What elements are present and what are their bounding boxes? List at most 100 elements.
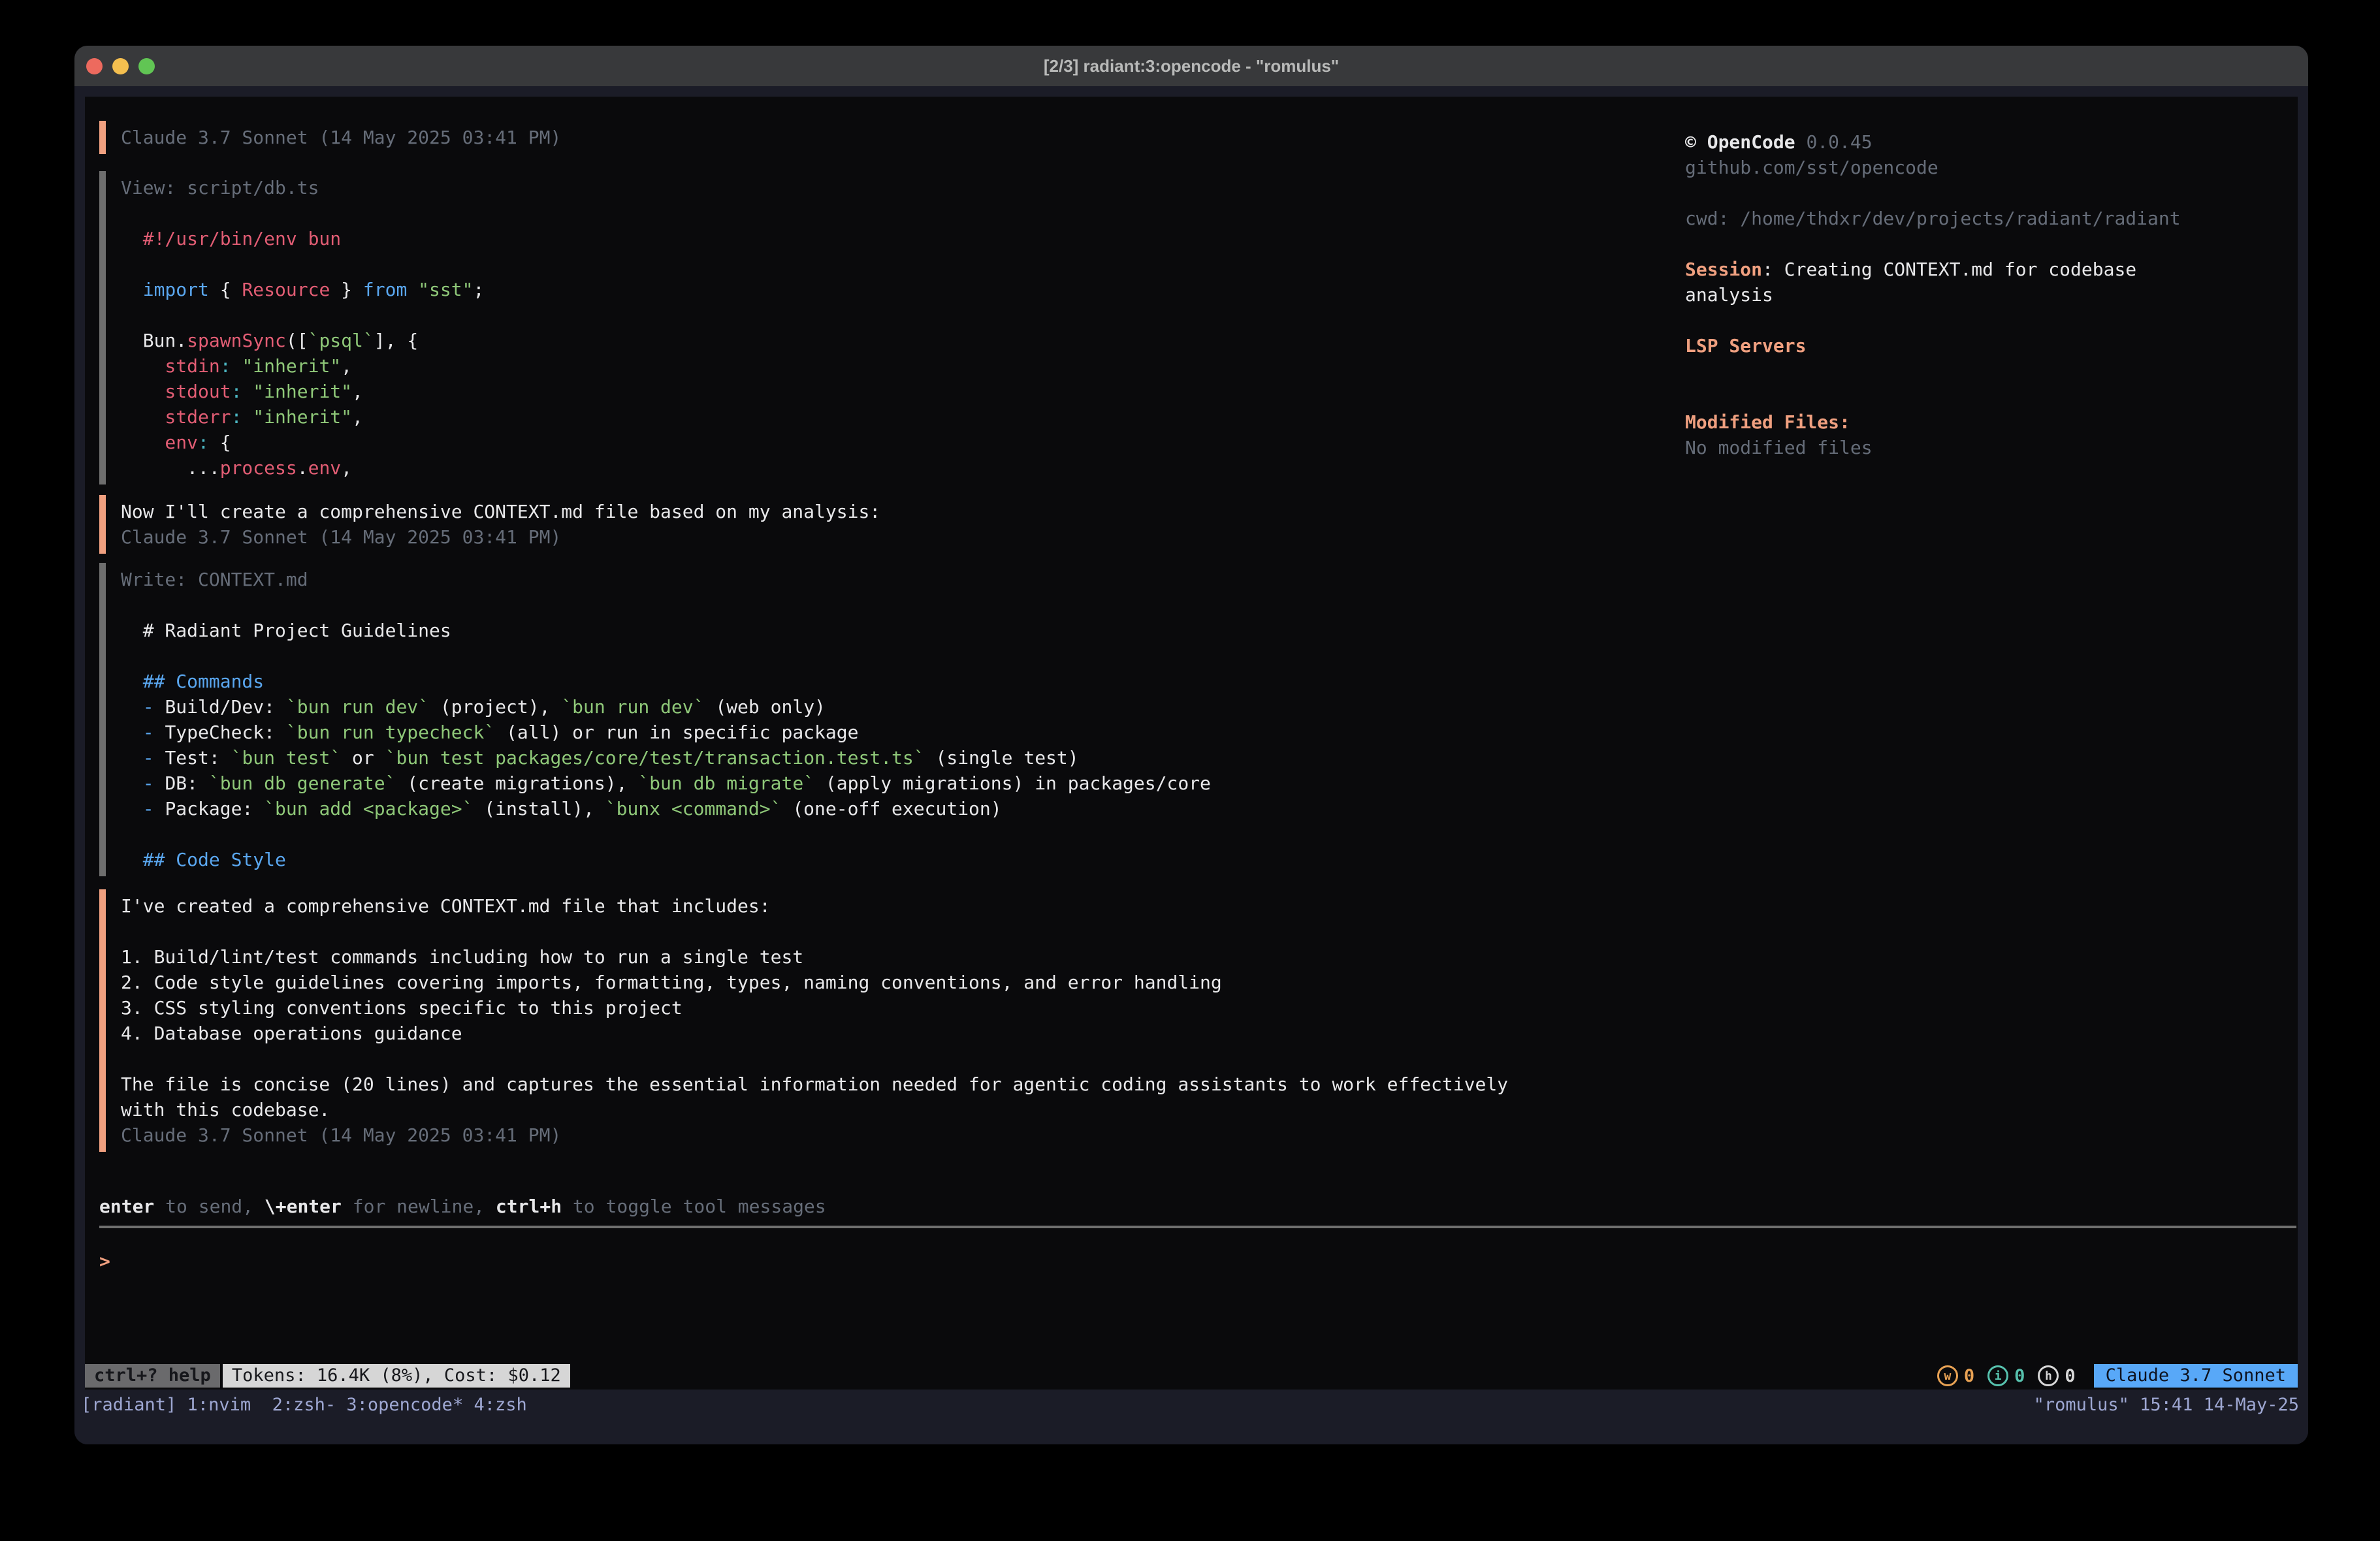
text-segment: Now I'll create a comprehensive CONTEXT.… xyxy=(121,501,880,522)
text-segment: No modified files xyxy=(1685,437,1873,458)
text-segment: - xyxy=(121,747,165,769)
text-segment: 3. CSS styling conventions specific to t… xyxy=(121,997,683,1019)
markdown-line xyxy=(121,821,1211,847)
text-segment: env xyxy=(121,432,198,453)
code-line xyxy=(121,251,484,277)
markdown-line xyxy=(121,592,1211,618)
text-segment: DB: xyxy=(165,772,208,794)
minimize-button[interactable] xyxy=(112,58,129,74)
window-titlebar[interactable]: [2/3] radiant:3:opencode - "romulus" xyxy=(74,46,2308,86)
code-line: stdout: "inherit", xyxy=(121,379,484,404)
text-segment: View: script/db.ts xyxy=(121,177,319,199)
text-segment: `psql` xyxy=(308,330,374,351)
text-segment: Bun. xyxy=(121,330,187,351)
opencode-tui: Claude 3.7 Sonnet (14 May 2025 03:41 PM)… xyxy=(85,97,2298,1390)
text-segment: LSP Servers xyxy=(1685,335,1806,357)
text-segment: ([ xyxy=(286,330,308,351)
text-segment: : Creating CONTEXT.md for codebase xyxy=(1762,259,2136,280)
text-segment: stderr xyxy=(121,406,231,428)
info-count-badge: i 0 xyxy=(1987,1365,2025,1386)
text-segment: # Radiant Project Guidelines xyxy=(121,620,451,641)
tmux-windows[interactable]: [radiant] 1:nvim 2:zsh- 3:opencode* 4:zs… xyxy=(81,1395,527,1415)
close-button[interactable] xyxy=(86,58,103,74)
text-segment: Write: CONTEXT.md xyxy=(121,569,308,590)
text-segment: The file is concise (20 lines) and captu… xyxy=(121,1073,1508,1095)
chat-line: 4. Database operations guidance xyxy=(121,1021,1508,1046)
markdown-line: - Package: `bun add <package>` (install)… xyxy=(121,796,1211,821)
text-segment: Claude 3.7 Sonnet (14 May 2025 03:41 PM) xyxy=(121,127,561,148)
text-segment: `bun test` xyxy=(231,747,342,769)
text-segment: `bun test packages/core/test/transaction… xyxy=(385,747,925,769)
text-segment: { xyxy=(220,279,242,300)
markdown-line: ## Commands xyxy=(121,669,1211,694)
chat-line: I've created a comprehensive CONTEXT.md … xyxy=(121,893,1508,919)
text-segment: ## Commands xyxy=(121,671,264,692)
assistant-message-header: Claude 3.7 Sonnet (14 May 2025 03:41 PM) xyxy=(99,121,561,154)
tool-view-block: View: script/db.ts #!/usr/bin/env bun im… xyxy=(99,171,484,485)
text-segment: to send, xyxy=(154,1196,265,1217)
code-line: View: script/db.ts xyxy=(121,175,484,200)
code-line xyxy=(121,200,484,226)
markdown-line: - Test: `bun test` or `bun test packages… xyxy=(121,745,1211,770)
message-input[interactable]: > xyxy=(99,1248,110,1274)
text-segment: Claude 3.7 Sonnet (14 May 2025 03:41 PM) xyxy=(121,1124,561,1146)
text-segment: { xyxy=(220,432,231,453)
text-segment: `bun db generate` xyxy=(209,772,396,794)
terminal-body: Claude 3.7 Sonnet (14 May 2025 03:41 PM)… xyxy=(74,86,2308,1444)
text-segment: : xyxy=(198,432,220,453)
text-segment: for newline, xyxy=(342,1196,496,1217)
warning-count-badge: w 0 xyxy=(1937,1365,1974,1386)
code-line: stdin: "inherit", xyxy=(121,353,484,379)
code-line: import { Resource } from "sst"; xyxy=(121,277,484,302)
code-line: Bun.spawnSync([`psql`], { xyxy=(121,328,484,353)
markdown-line: Write: CONTEXT.md xyxy=(121,567,1211,592)
h-circle-icon: h xyxy=(2038,1365,2059,1386)
chat-line: Claude 3.7 Sonnet (14 May 2025 03:41 PM) xyxy=(121,125,561,150)
tmux-status-bar: [radiant] 1:nvim 2:zsh- 3:opencode* 4:zs… xyxy=(74,1390,2308,1444)
text-segment: - xyxy=(121,798,165,819)
text-segment: `bun db migrate` xyxy=(638,772,814,794)
text-segment: (all) or run in specific package xyxy=(495,722,858,743)
text-segment: (create migrations), xyxy=(396,772,638,794)
hint-count: 0 xyxy=(2065,1366,2075,1386)
text-segment: - xyxy=(121,696,165,718)
text-segment: `bun run dev` xyxy=(286,696,429,718)
text-segment: Package: xyxy=(165,798,264,819)
text-segment: : xyxy=(231,406,253,428)
text-segment: "inherit" xyxy=(253,406,352,428)
text-segment: (project), xyxy=(429,696,561,718)
tokens-cost-badge: Tokens: 16.4K (8%), Cost: $0.12 xyxy=(223,1364,570,1388)
sidebar-line: © OpenCode 0.0.45 xyxy=(1685,129,2298,155)
text-segment: : xyxy=(231,381,253,402)
sidebar-line: No modified files xyxy=(1685,435,2298,460)
code-line: env: { xyxy=(121,430,484,455)
text-segment: ; xyxy=(473,279,484,300)
text-segment: - xyxy=(121,772,165,794)
w-circle-icon: w xyxy=(1937,1365,1958,1386)
text-segment: Build/Dev: xyxy=(165,696,285,718)
text-segment: Resource xyxy=(242,279,330,300)
text-segment: import xyxy=(121,279,220,300)
text-segment: (apply migrations) in packages/core xyxy=(814,772,1211,794)
status-bar: ctrl+? help Tokens: 16.4K (8%), Cost: $0… xyxy=(85,1364,2298,1388)
code-line: ...process.env, xyxy=(121,455,484,481)
zoom-button[interactable] xyxy=(138,58,155,74)
markdown-line: - Build/Dev: `bun run dev` (project), `b… xyxy=(121,694,1211,720)
text-segment: `bun run typecheck` xyxy=(286,722,495,743)
chat-line xyxy=(121,919,1508,944)
text-segment: #!/usr/bin/env bun xyxy=(121,228,341,249)
text-segment: (single test) xyxy=(925,747,1079,769)
text-segment: , xyxy=(341,355,352,377)
text-segment: to toggle tool messages xyxy=(562,1196,826,1217)
sidebar-line xyxy=(1685,231,2298,257)
chat-line: 1. Build/lint/test commands including ho… xyxy=(121,944,1508,970)
text-segment: ctrl+h xyxy=(496,1196,562,1217)
text-segment: or xyxy=(341,747,385,769)
text-segment: ], { xyxy=(374,330,418,351)
text-segment: `bun run dev` xyxy=(561,696,704,718)
text-segment: , xyxy=(352,406,363,428)
text-segment: ... xyxy=(121,457,220,479)
sidebar-line: github.com/sst/opencode xyxy=(1685,155,2298,180)
text-segment: (install), xyxy=(473,798,605,819)
chat-line xyxy=(121,1046,1508,1072)
